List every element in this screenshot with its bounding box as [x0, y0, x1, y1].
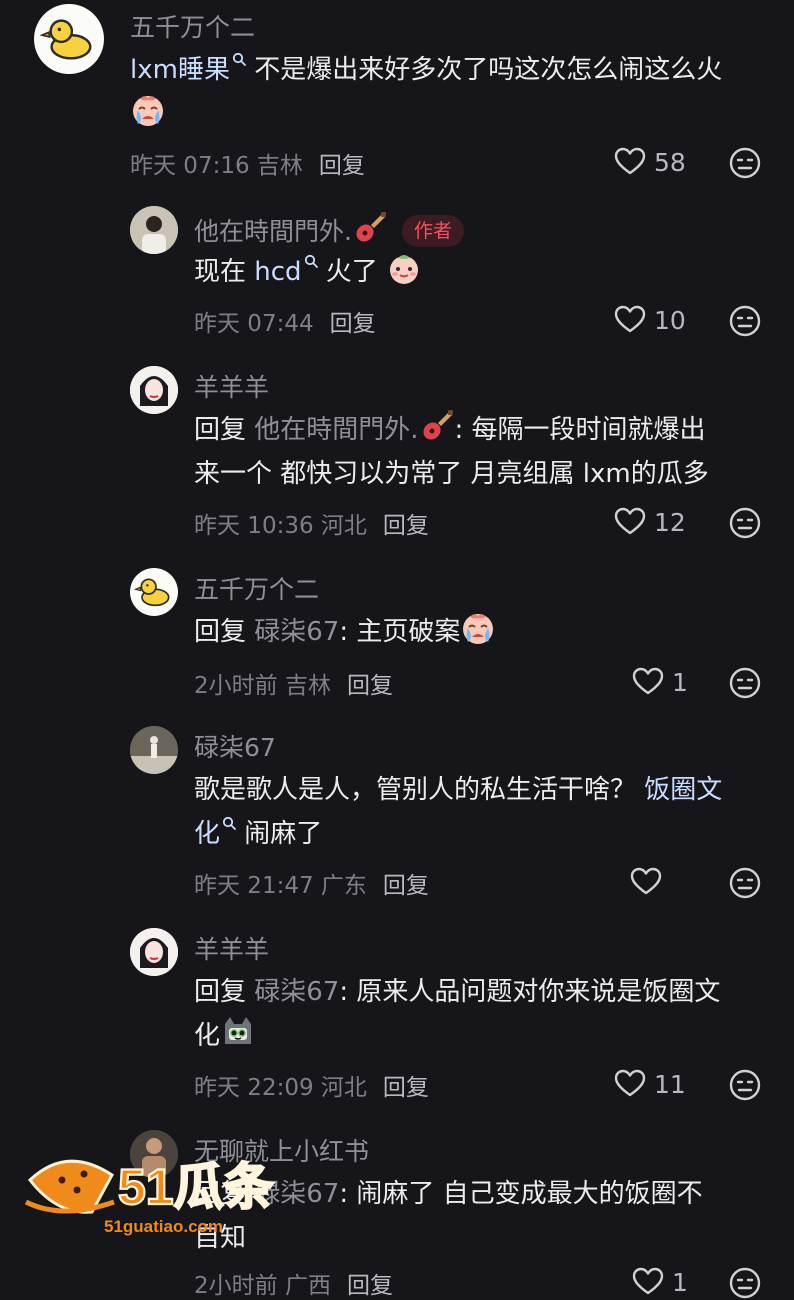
comment-item: 碌柒67 歌是歌人是人，管别人的私生活干啥？ 饭圈文 化 闹麻了 昨天 21:4…	[0, 720, 794, 910]
search-keyword-link[interactable]: hcd	[254, 257, 301, 287]
reply-button[interactable]: 回复	[383, 513, 429, 539]
like-button[interactable]: 12	[614, 506, 686, 538]
reply-target-user[interactable]: 他在時間門外.	[254, 415, 418, 445]
watermark-url: 51guatiao.com	[104, 1217, 223, 1236]
reply-button[interactable]: 回复	[383, 1075, 429, 1101]
avatar[interactable]	[130, 568, 178, 616]
comment-text: 现在 hcd 火了	[194, 250, 774, 294]
comment-text: 回复 他在時間門外.: 每隔一段时间就爆出 来一个 都快习以为常了 月亮组属 l…	[194, 408, 774, 496]
watermark-brand: 51瓜条	[118, 1159, 274, 1215]
like-button[interactable]: 10	[614, 304, 686, 336]
comment-item: 羊羊羊 回复 他在時間門外.: 每隔一段时间就爆出 来一个 都快习以为常了 月亮…	[0, 360, 794, 550]
like-button[interactable]: 1	[632, 1266, 688, 1298]
comment-meta: 昨天 07:16 吉林 回复	[130, 146, 365, 180]
dislike-face-icon[interactable]	[729, 1267, 761, 1299]
comment-item: 五千万个二 回复 碌柒67: 主页破案 2小时前 吉林 回复 1	[0, 562, 794, 712]
avatar[interactable]	[130, 726, 178, 774]
like-count: 11	[654, 1069, 686, 1099]
comment-item: 羊羊羊 回复 碌柒67: 原来人品问题对你来说是饭圈文 化 昨天 22:09 河…	[0, 922, 794, 1112]
avatar-photo-icon	[130, 726, 178, 774]
dislike-face-icon[interactable]	[729, 667, 761, 699]
comment-username[interactable]: 碌柒67	[194, 728, 276, 764]
comment-time: 昨天 10:36 河北	[194, 513, 367, 539]
reply-target-user[interactable]: 碌柒67	[254, 977, 339, 1007]
comment-time: 2小时前 吉林	[194, 673, 331, 699]
like-count: 10	[654, 305, 686, 335]
reply-button[interactable]: 回复	[347, 1273, 393, 1299]
crying-emoji-icon	[460, 610, 496, 646]
comment-time: 昨天 22:09 河北	[194, 1075, 367, 1101]
heart-icon	[614, 146, 646, 178]
reply-button[interactable]: 回复	[319, 153, 365, 179]
like-button[interactable]: 11	[614, 1068, 686, 1100]
cat-emoji-icon	[220, 1014, 256, 1050]
author-badge: 作者	[401, 215, 464, 247]
search-keyword-link[interactable]: lxm睡果	[130, 55, 230, 85]
reply-button[interactable]: 回复	[330, 311, 376, 337]
heart-icon	[632, 1266, 664, 1298]
comment-text: 歌是歌人是人，管别人的私生活干啥？ 饭圈文 化 闹麻了	[194, 775, 723, 849]
avatar[interactable]	[130, 206, 178, 254]
dislike-face-icon[interactable]	[729, 507, 761, 539]
heart-icon	[630, 866, 662, 898]
comment-meta: 昨天 21:47 广东 回复	[194, 866, 429, 900]
watermark-logo: 51瓜条 51guatiao.com	[24, 1158, 275, 1236]
guitar-emoji-icon	[352, 210, 388, 246]
avatar-illustration-icon	[130, 366, 178, 414]
peach-emoji-icon	[386, 250, 422, 286]
like-button[interactable]: 1	[632, 666, 688, 698]
dislike-face-icon[interactable]	[729, 867, 761, 899]
comment-item: 他在時間門外. 作者 现在 hcd 火了 昨天 07:44 回复 10	[0, 200, 794, 350]
like-button[interactable]	[630, 866, 670, 898]
comment-username[interactable]: 五千万个二	[130, 8, 255, 44]
comment-meta: 昨天 10:36 河北 回复	[194, 506, 429, 540]
search-keyword-link[interactable]: 饭圈文	[644, 775, 722, 805]
reply-button[interactable]: 回复	[347, 673, 393, 699]
comment-time: 2小时前 广西	[194, 1273, 331, 1299]
dislike-face-icon[interactable]	[729, 147, 761, 179]
comment-time: 昨天 07:44	[194, 311, 314, 337]
avatar[interactable]	[130, 366, 178, 414]
comment-meta: 2小时前 吉林 回复	[194, 666, 393, 700]
duck-icon	[40, 19, 92, 60]
comment-item: 五千万个二 lxm睡果 不是爆出来好多次了吗这次怎么闹这么火 昨天 07:16 …	[0, 0, 794, 190]
comment-meta: 2小时前 广西 回复	[194, 1266, 393, 1300]
comment-time: 昨天 21:47 广东	[194, 873, 367, 899]
avatar-illustration-icon	[130, 928, 178, 976]
comment-time: 昨天 07:16 吉林	[130, 153, 303, 179]
comment-text: 回复 碌柒67: 原来人品问题对你来说是饭圈文 化	[194, 977, 721, 1051]
search-icon	[304, 254, 318, 268]
search-icon	[222, 816, 236, 830]
dislike-face-icon[interactable]	[729, 1069, 761, 1101]
dislike-face-icon[interactable]	[729, 305, 761, 337]
heart-icon	[632, 666, 664, 698]
comment-meta: 昨天 07:44 回复	[194, 304, 376, 338]
reply-button[interactable]: 回复	[383, 873, 429, 899]
heart-icon	[614, 1068, 646, 1100]
watermelon-logo-icon	[24, 1159, 115, 1214]
comment-username[interactable]: 羊羊羊	[194, 930, 269, 966]
avatar[interactable]	[34, 4, 104, 74]
guitar-emoji-icon	[419, 408, 455, 444]
heart-icon	[614, 304, 646, 336]
reply-target-user[interactable]: 碌柒67	[254, 617, 339, 647]
comment-username[interactable]: 他在時間門外. 作者	[194, 210, 464, 248]
like-count: 1	[672, 667, 688, 697]
comment-meta: 昨天 22:09 河北 回复	[194, 1068, 429, 1102]
heart-icon	[614, 506, 646, 538]
search-icon	[232, 52, 246, 66]
like-count: 12	[654, 507, 686, 537]
comment-username[interactable]: 五千万个二	[194, 570, 319, 606]
like-count: 58	[654, 147, 686, 177]
crying-emoji-icon	[130, 92, 166, 128]
like-button[interactable]: 58	[614, 146, 686, 178]
avatar[interactable]	[130, 928, 178, 976]
comment-text: 回复 碌柒67: 主页破案	[194, 610, 774, 654]
duck-icon	[134, 578, 170, 607]
comment-text: lxm睡果 不是爆出来好多次了吗这次怎么闹这么火	[130, 48, 770, 136]
comment-username[interactable]: 羊羊羊	[194, 368, 269, 404]
like-count: 1	[672, 1267, 688, 1297]
avatar-photo-icon	[130, 206, 178, 254]
